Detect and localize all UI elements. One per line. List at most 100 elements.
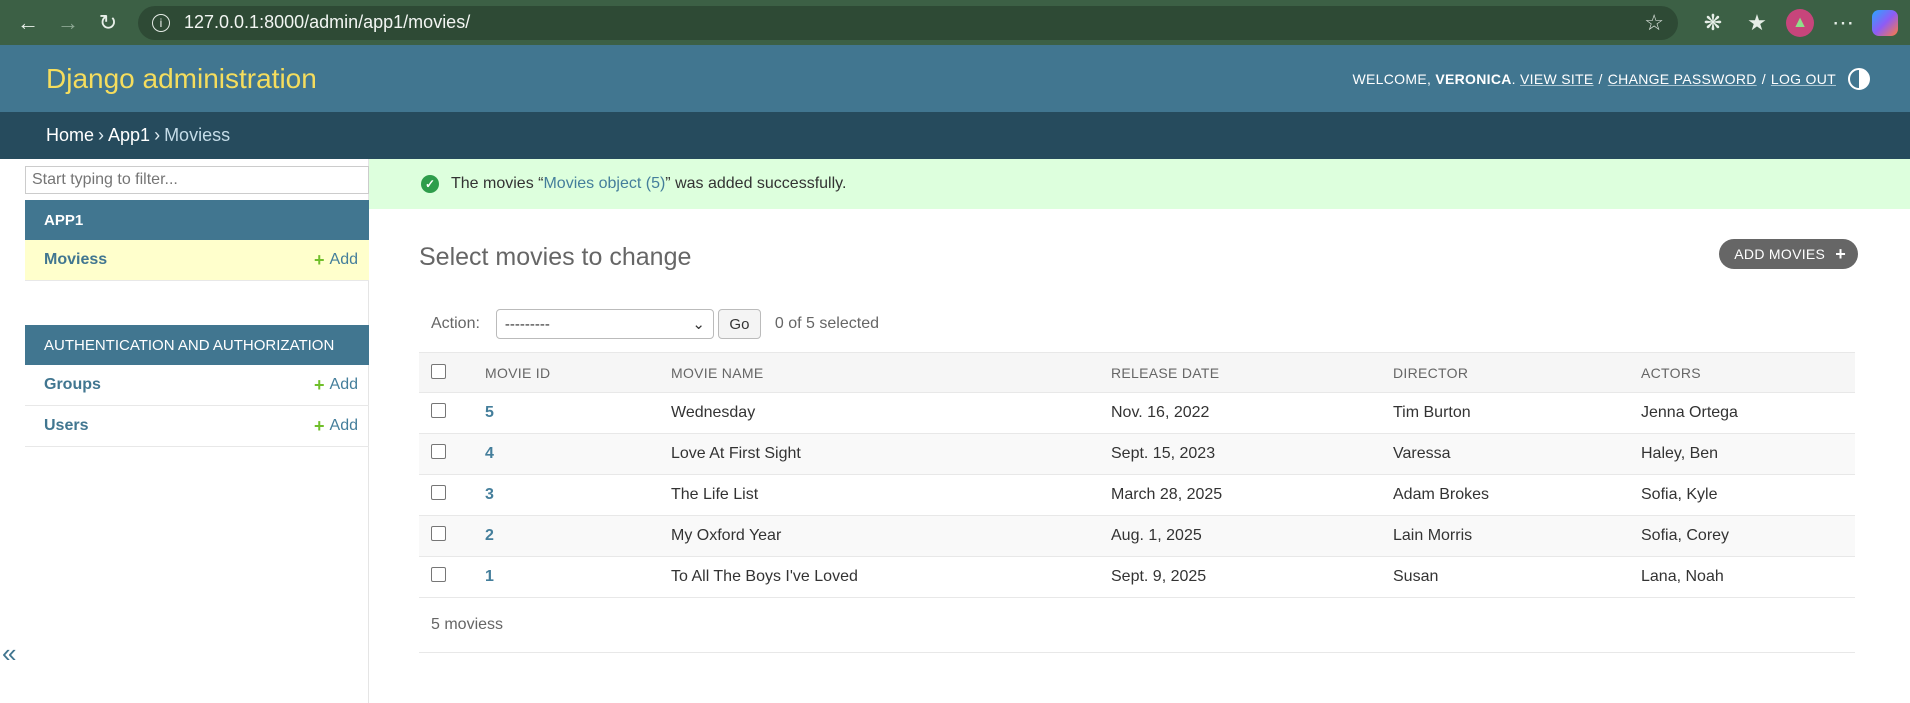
- release-date: Nov. 16, 2022: [1111, 404, 1210, 421]
- plus-icon: +: [314, 415, 325, 436]
- copilot-icon[interactable]: [1872, 9, 1898, 36]
- actions-bar: Action: --------- ⌄ Go 0 of 5 selected: [419, 299, 1858, 349]
- movie-id-link[interactable]: 3: [485, 486, 494, 503]
- add-movies-label: ADD MOVIES: [1734, 246, 1826, 262]
- user-tools: WELCOME, VERONICA. VIEW SITE / CHANGE PA…: [1352, 67, 1910, 90]
- sidebar-item-groups-link[interactable]: Groups: [44, 376, 101, 394]
- browser-toolbar: ← → ↻ i 127.0.0.1:8000/admin/app1/movies…: [0, 0, 1910, 45]
- forward-arrow-icon[interactable]: →: [48, 3, 88, 43]
- page-title: Select movies to change: [419, 242, 692, 271]
- site-branding[interactable]: Django administration: [46, 63, 317, 95]
- movie-id-link[interactable]: 2: [485, 527, 494, 544]
- column-header-movie-name[interactable]: MOVIE NAME: [670, 353, 1110, 393]
- plus-icon: +: [314, 374, 325, 395]
- column-header-movie-id[interactable]: MOVIE ID: [484, 353, 670, 393]
- row-checkbox[interactable]: [431, 567, 446, 582]
- separator: /: [1761, 70, 1766, 87]
- main-content: ✓ The movies “Movies object (5)” was add…: [369, 159, 1910, 703]
- add-label: Add: [329, 417, 358, 434]
- release-date: Sept. 9, 2025: [1111, 568, 1207, 585]
- reload-icon[interactable]: ↻: [88, 3, 128, 43]
- extensions-icon[interactable]: ❋: [1698, 8, 1728, 38]
- row-checkbox[interactable]: [431, 526, 446, 541]
- release-date: Aug. 1, 2025: [1111, 527, 1202, 544]
- director: Susan: [1393, 568, 1439, 585]
- add-groups-link[interactable]: + Add: [314, 375, 358, 396]
- sidebar-item-moviess-link[interactable]: Moviess: [44, 251, 107, 269]
- more-options-icon[interactable]: ⋯: [1828, 8, 1858, 38]
- selection-counter: 0 of 5 selected: [774, 315, 879, 332]
- row-checkbox[interactable]: [431, 485, 446, 500]
- actors: Sofia, Corey: [1641, 527, 1730, 544]
- row-checkbox[interactable]: [431, 403, 446, 418]
- movie-name: Wednesday: [671, 404, 756, 421]
- sidebar-item-groups: Groups + Add: [25, 365, 369, 406]
- collapse-sidebar-icon[interactable]: «: [2, 638, 16, 669]
- column-header-director[interactable]: DIRECTOR: [1392, 353, 1640, 393]
- admin-header: Django administration WELCOME, VERONICA.…: [0, 45, 1910, 112]
- director: Lain Morris: [1393, 527, 1473, 544]
- table-row: 5 Wednesday Nov. 16, 2022 Tim Burton Jen…: [419, 393, 1855, 434]
- results-table: MOVIE ID MOVIE NAME RELEASE DATE DIRECTO…: [419, 352, 1855, 598]
- action-label: Action:: [431, 315, 480, 332]
- address-bar[interactable]: i 127.0.0.1:8000/admin/app1/movies/ ☆: [138, 5, 1678, 40]
- module-auth: AUTHENTICATION AND AUTHORIZATION Groups …: [25, 325, 369, 447]
- paginator: 5 moviess: [419, 598, 1855, 653]
- movie-name: The Life List: [671, 486, 759, 503]
- breadcrumb: Home › App1 › Moviess: [0, 112, 1910, 159]
- column-header-actors[interactable]: ACTORS: [1640, 353, 1855, 393]
- log-out-link[interactable]: LOG OUT: [1771, 71, 1836, 87]
- breadcrumb-home[interactable]: Home: [46, 125, 94, 146]
- change-password-link[interactable]: CHANGE PASSWORD: [1608, 71, 1757, 87]
- breadcrumb-separator: ›: [154, 125, 161, 145]
- actors: Jenna Ortega: [1641, 404, 1738, 421]
- action-select[interactable]: --------- ⌄: [495, 309, 714, 339]
- welcome-text: WELCOME,: [1352, 70, 1432, 87]
- breadcrumb-app1[interactable]: App1: [108, 125, 150, 146]
- breadcrumb-separator: ›: [98, 125, 105, 145]
- go-button[interactable]: Go: [717, 309, 761, 339]
- add-users-link[interactable]: + Add: [314, 416, 358, 437]
- actors: Lana, Noah: [1641, 568, 1724, 585]
- favorites-icon[interactable]: ★: [1742, 8, 1772, 38]
- theme-toggle-icon[interactable]: [1848, 67, 1870, 90]
- username: VERONICA: [1435, 70, 1512, 87]
- release-date: Sept. 15, 2023: [1111, 445, 1216, 462]
- module-caption-auth[interactable]: AUTHENTICATION AND AUTHORIZATION: [25, 325, 369, 365]
- back-arrow-icon[interactable]: ←: [8, 3, 48, 43]
- actors: Sofia, Kyle: [1641, 486, 1718, 503]
- profile-avatar-icon[interactable]: ▲: [1786, 8, 1814, 37]
- column-header-release-date[interactable]: RELEASE DATE: [1110, 353, 1392, 393]
- sidebar-filter-input[interactable]: [25, 166, 369, 194]
- separator: /: [1598, 70, 1603, 87]
- add-label: Add: [329, 376, 358, 393]
- movie-name: My Oxford Year: [671, 527, 782, 544]
- favorite-star-icon[interactable]: ☆: [1644, 10, 1664, 36]
- message-object-link[interactable]: Movies object (5): [543, 175, 665, 192]
- success-check-icon: ✓: [421, 175, 439, 193]
- sidebar-item-users-link[interactable]: Users: [44, 417, 88, 435]
- add-label: Add: [329, 251, 358, 268]
- chevron-down-icon: ⌄: [692, 316, 705, 333]
- view-site-link[interactable]: VIEW SITE: [1520, 71, 1594, 87]
- plus-icon: +: [314, 249, 325, 270]
- table-header-row: MOVIE ID MOVIE NAME RELEASE DATE DIRECTO…: [419, 352, 1855, 393]
- add-movies-button[interactable]: ADD MOVIES +: [1719, 239, 1858, 269]
- movie-id-link[interactable]: 4: [485, 445, 494, 462]
- movie-id-link[interactable]: 1: [485, 568, 494, 585]
- site-info-icon[interactable]: i: [152, 13, 170, 32]
- row-checkbox[interactable]: [431, 444, 446, 459]
- select-all-checkbox[interactable]: [431, 363, 446, 379]
- movie-id-link[interactable]: 5: [485, 404, 494, 421]
- add-moviess-link[interactable]: + Add: [314, 250, 358, 271]
- movie-name: Love At First Sight: [671, 445, 801, 462]
- sidebar-item-users: Users + Add: [25, 406, 369, 447]
- module-caption-app1[interactable]: APP1: [25, 200, 369, 240]
- message-text: The movies “Movies object (5)” was added…: [451, 175, 847, 192]
- url-text[interactable]: 127.0.0.1:8000/admin/app1/movies/: [184, 12, 1644, 33]
- plus-icon: +: [1835, 243, 1846, 264]
- table-row: 1 To All The Boys I've Loved Sept. 9, 20…: [419, 557, 1855, 598]
- movie-name: To All The Boys I've Loved: [671, 568, 858, 585]
- director: Adam Brokes: [1393, 486, 1490, 503]
- nav-sidebar: APP1 Moviess + Add AUTHENTICATION AND AU…: [0, 159, 369, 703]
